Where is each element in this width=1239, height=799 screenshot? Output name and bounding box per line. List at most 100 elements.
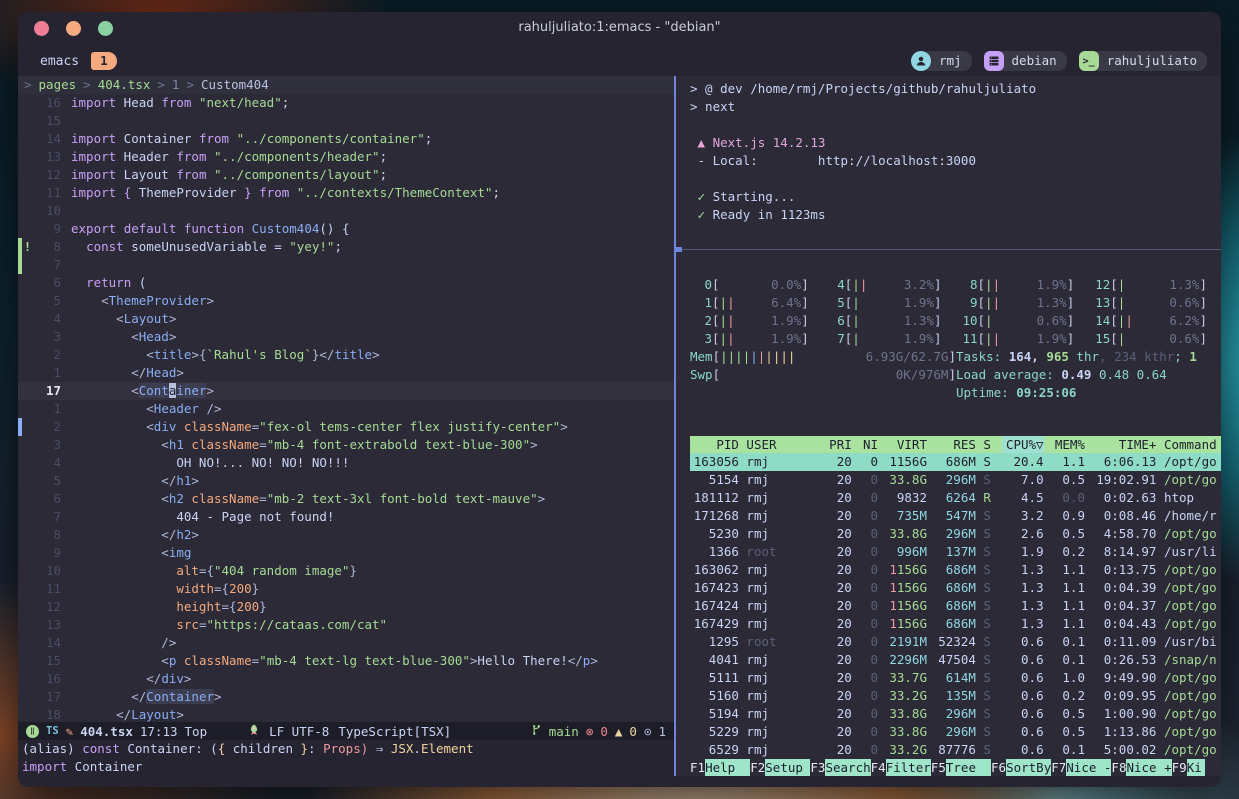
flycheck-marker bbox=[22, 454, 33, 472]
flycheck-marker bbox=[22, 328, 33, 346]
modeline: ‖ TS ✎ 404.tsx 17:13 Top LF UTF-8 TypeSc… bbox=[18, 722, 674, 740]
error-count: 0 bbox=[600, 724, 608, 739]
column-header-mem[interactable]: MEM% bbox=[1051, 436, 1085, 453]
line-number: 2 bbox=[33, 418, 61, 436]
echo-line: (alias) const Container: ({ children }: … bbox=[22, 740, 674, 758]
flycheck-marker bbox=[22, 436, 33, 454]
code-line: 10 bbox=[18, 202, 674, 220]
fkey-bar: F1HelpF2SetupF3SearchF4FilterF5TreeF6Sor… bbox=[690, 759, 1221, 776]
column-header-pid[interactable]: PID bbox=[690, 436, 739, 453]
breadcrumb-separator: > bbox=[186, 76, 194, 94]
column-header-command[interactable]: Command bbox=[1164, 436, 1221, 453]
code-line: 1 </Head> bbox=[18, 364, 674, 382]
code-area[interactable]: 16import Head from "next/head";1514impor… bbox=[18, 94, 674, 722]
process-row[interactable]: 167429rmj2001156G686MS1.31.10:04.43/opt/… bbox=[690, 615, 1221, 633]
line-number: 8 bbox=[33, 238, 61, 256]
fkey-f6[interactable]: F6SortBy bbox=[991, 759, 1051, 776]
terminal-line: ✓ Starting... bbox=[690, 188, 1221, 206]
tmux-window-index[interactable]: 1 bbox=[91, 52, 117, 70]
line-number: 14 bbox=[33, 634, 61, 652]
process-table-header[interactable]: PID USER PRI NI VIRT RES S CPU%▽ MEM% TIME+ Comman… bbox=[690, 436, 1221, 453]
breadcrumb-separator: > bbox=[24, 76, 32, 94]
fkey-f4[interactable]: F4Filter bbox=[871, 759, 931, 776]
code-text: export default function Custom404() { bbox=[61, 220, 350, 238]
process-row[interactable]: 163062rmj2001156G686MS1.31.10:13.75/opt/… bbox=[690, 561, 1221, 579]
line-number: 12 bbox=[33, 598, 61, 616]
process-row[interactable]: 5229rmj20033.8G296MS0.60.51:13.86/opt/go bbox=[690, 723, 1221, 741]
breadcrumb-item: Custom404 bbox=[201, 76, 269, 94]
column-header-cpu[interactable]: CPU%▽ bbox=[1002, 436, 1043, 453]
dev-server-output[interactable]: > @ dev /home/rmj/Projects/github/rahulj… bbox=[676, 76, 1221, 249]
code-text: </Container> bbox=[61, 688, 222, 706]
tmux-window: rahuljuliato:1:emacs - "debian" emacs 1 … bbox=[18, 12, 1221, 787]
fkey-f9[interactable]: F9Ki bbox=[1172, 759, 1205, 776]
process-row[interactable]: 167423rmj2001156G686MS1.31.10:04.39/opt/… bbox=[690, 579, 1221, 597]
user-icon bbox=[911, 51, 931, 71]
process-row[interactable]: 5154rmj20033.8G296MS7.00.519:02.91/opt/g… bbox=[690, 471, 1221, 489]
process-table: 163056rmj2001156G686MS20.41.16:06.13/opt… bbox=[690, 453, 1221, 759]
column-header-s[interactable]: S bbox=[983, 436, 994, 453]
process-row[interactable]: 5160rmj20033.2G135MS0.60.20:09.95/opt/go bbox=[690, 687, 1221, 705]
column-header-pri[interactable]: PRI bbox=[825, 436, 851, 453]
info-count: 1 bbox=[658, 724, 666, 739]
status-badge: rmj bbox=[911, 51, 972, 71]
editor-pane[interactable]: >pages>404.tsx>1>Custom404 16import Head… bbox=[18, 76, 674, 776]
process-row[interactable]: 5194rmj20033.8G296MS0.60.51:00.90/opt/go bbox=[690, 705, 1221, 723]
fkey-f1[interactable]: F1Help bbox=[690, 759, 750, 776]
process-row[interactable]: 171268rmj200735M547MS3.20.90:08.46/home/… bbox=[690, 507, 1221, 525]
process-row-selected[interactable]: 163056rmj2001156G686MS20.41.16:06.13/opt… bbox=[690, 453, 1221, 471]
fkey-f7[interactable]: F7Nice - bbox=[1051, 759, 1111, 776]
column-header-ni[interactable]: NI bbox=[859, 436, 878, 453]
column-header-res[interactable]: RES bbox=[935, 436, 976, 453]
process-row[interactable]: 1366root200996M137MS1.90.28:14.97/usr/li bbox=[690, 543, 1221, 561]
column-header-time[interactable]: TIME+ bbox=[1092, 436, 1156, 453]
code-line: 4 <Layout> bbox=[18, 310, 674, 328]
warning-icon: ▲ bbox=[615, 724, 623, 739]
fkey-f5[interactable]: F5Tree bbox=[931, 759, 991, 776]
flycheck-marker bbox=[22, 274, 33, 292]
process-row[interactable]: 5230rmj20033.8G296MS2.60.54:58.70/opt/go bbox=[690, 525, 1221, 543]
process-row[interactable]: 6529rmj20033.2G87776S0.60.15:00.02/opt/g… bbox=[690, 741, 1221, 759]
cpu-meter-8: 8[||1.9%] bbox=[956, 276, 1089, 294]
status-badge-label: debian bbox=[1000, 51, 1067, 71]
code-text: OH NO!... NO! NO! NO!!! bbox=[61, 454, 349, 472]
pane-divider-horizontal[interactable] bbox=[676, 249, 1221, 250]
titlebar: rahuljuliato:1:emacs - "debian" bbox=[18, 12, 1221, 46]
status-badge: >_rahuljuliato bbox=[1079, 51, 1207, 71]
warning-count: 0 bbox=[629, 724, 637, 739]
lsp-rocket-icon bbox=[248, 724, 260, 739]
scroll-position: Top bbox=[185, 724, 208, 739]
process-row[interactable]: 5111rmj20033.7G614MS0.61.09:49.90/opt/go bbox=[690, 669, 1221, 687]
line-number: 17 bbox=[33, 382, 61, 400]
code-line: 13 src="https://cataas.com/cat" bbox=[18, 616, 674, 634]
flycheck-marker bbox=[22, 544, 33, 562]
column-header-virt[interactable]: VIRT bbox=[886, 436, 927, 453]
tmux-session-name: emacs bbox=[40, 54, 79, 69]
code-text: </Head> bbox=[61, 364, 184, 382]
process-row[interactable]: 167424rmj2001156G686MS1.31.10:04.37/opt/… bbox=[690, 597, 1221, 615]
code-text: </div> bbox=[61, 670, 191, 688]
fkey-f2[interactable]: F2Setup bbox=[750, 759, 810, 776]
code-line: 1 <Header /> bbox=[18, 400, 674, 418]
process-row[interactable]: 1295root2002191M52324S0.60.10:11.09/usr/… bbox=[690, 633, 1221, 651]
mode-state-icon: ‖ bbox=[26, 725, 39, 738]
flycheck-marker bbox=[22, 508, 33, 526]
flycheck-marker bbox=[22, 202, 33, 220]
code-text: 404 - Page not found! bbox=[61, 508, 334, 526]
process-row[interactable]: 181112rmj20098326264R4.50.00:02.63htop bbox=[690, 489, 1221, 507]
process-row[interactable]: 4041rmj2002296M47504S0.60.10:26.53/snap/… bbox=[690, 651, 1221, 669]
fkey-f3[interactable]: F3Search bbox=[810, 759, 870, 776]
code-line: 3 <h1 className="mb-4 font-extrabold tex… bbox=[18, 436, 674, 454]
flycheck-marker bbox=[22, 472, 33, 490]
code-text: import Head from "next/head"; bbox=[61, 94, 289, 112]
fkey-f8[interactable]: F8Nice + bbox=[1111, 759, 1171, 776]
code-line: 7 bbox=[18, 256, 674, 274]
line-number: 11 bbox=[33, 580, 61, 598]
cpu-meter-14: 14[||6.2%] bbox=[1088, 312, 1221, 330]
cpu-meters: 0[0.0%]4[||3.2%]8[||1.9%]12[|1.3%]1[||6.… bbox=[690, 276, 1221, 348]
code-text bbox=[61, 256, 71, 274]
echo-line: import Container bbox=[22, 758, 674, 776]
memory-meter: Mem[ ||||||||||6.93G/62.7G ] bbox=[690, 348, 956, 366]
htop-pane[interactable]: 0[0.0%]4[||3.2%]8[||1.9%]12[|1.3%]1[||6.… bbox=[676, 250, 1221, 776]
column-header-user[interactable]: USER bbox=[746, 436, 817, 453]
